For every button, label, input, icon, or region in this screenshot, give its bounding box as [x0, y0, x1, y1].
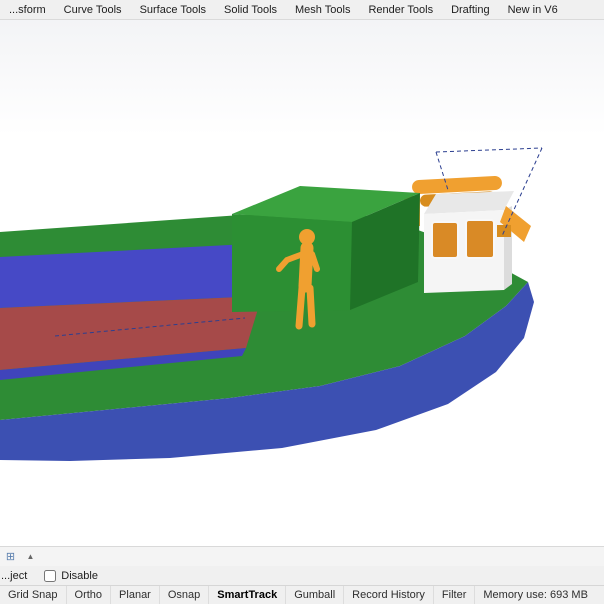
mannequin-left-leg: [299, 288, 302, 326]
cabin-window-right[interactable]: [466, 220, 494, 258]
status-record-history[interactable]: Record History: [344, 586, 434, 604]
bottom-bars: ⊞ ▲ ...ject Disable Grid Snap Ortho Plan…: [0, 546, 604, 604]
panel-arrow-icon[interactable]: ▲: [21, 547, 40, 566]
tab-mesh-tools[interactable]: Mesh Tools: [286, 2, 359, 18]
status-grid-snap[interactable]: Grid Snap: [0, 586, 67, 604]
panel-corner-strip: ⊞ ▲: [0, 546, 604, 566]
tab-render-tools[interactable]: Render Tools: [359, 2, 442, 18]
tab-drafting[interactable]: Drafting: [442, 2, 499, 18]
status-filter[interactable]: Filter: [434, 586, 475, 604]
disable-checkbox[interactable]: [44, 570, 56, 582]
superstructure-front[interactable]: [232, 214, 352, 312]
status-planar[interactable]: Planar: [111, 586, 160, 604]
status-smarttrack[interactable]: SmartTrack: [209, 586, 286, 604]
osnap-toolbar: ...ject Disable: [0, 566, 604, 585]
cabin-window-left[interactable]: [432, 222, 458, 258]
selection-dash-line-top: [436, 148, 542, 152]
mannequin-right-leg: [310, 288, 312, 324]
tab-transform[interactable]: ...sform: [0, 2, 55, 18]
status-gumball[interactable]: Gumball: [286, 586, 344, 604]
status-bar: Grid Snap Ortho Planar Osnap SmartTrack …: [0, 585, 604, 604]
tab-new-in-v6[interactable]: New in V6: [499, 2, 567, 18]
tab-solid-tools[interactable]: Solid Tools: [215, 2, 286, 18]
tab-surface-tools[interactable]: Surface Tools: [131, 2, 215, 18]
status-osnap[interactable]: Osnap: [160, 586, 209, 604]
osnap-project-label[interactable]: ...ject: [1, 570, 27, 582]
panel-grid-icon[interactable]: ⊞: [1, 547, 20, 566]
viewport-3d[interactable]: [0, 20, 604, 545]
status-memory-use: Memory use: 693 MB: [475, 586, 596, 604]
status-ortho[interactable]: Ortho: [67, 586, 112, 604]
tab-curve-tools[interactable]: Curve Tools: [55, 2, 131, 18]
disable-label[interactable]: Disable: [61, 570, 98, 582]
ship-model-render: [0, 20, 604, 545]
toolbar-tab-bar: ...sform Curve Tools Surface Tools Solid…: [0, 0, 604, 20]
